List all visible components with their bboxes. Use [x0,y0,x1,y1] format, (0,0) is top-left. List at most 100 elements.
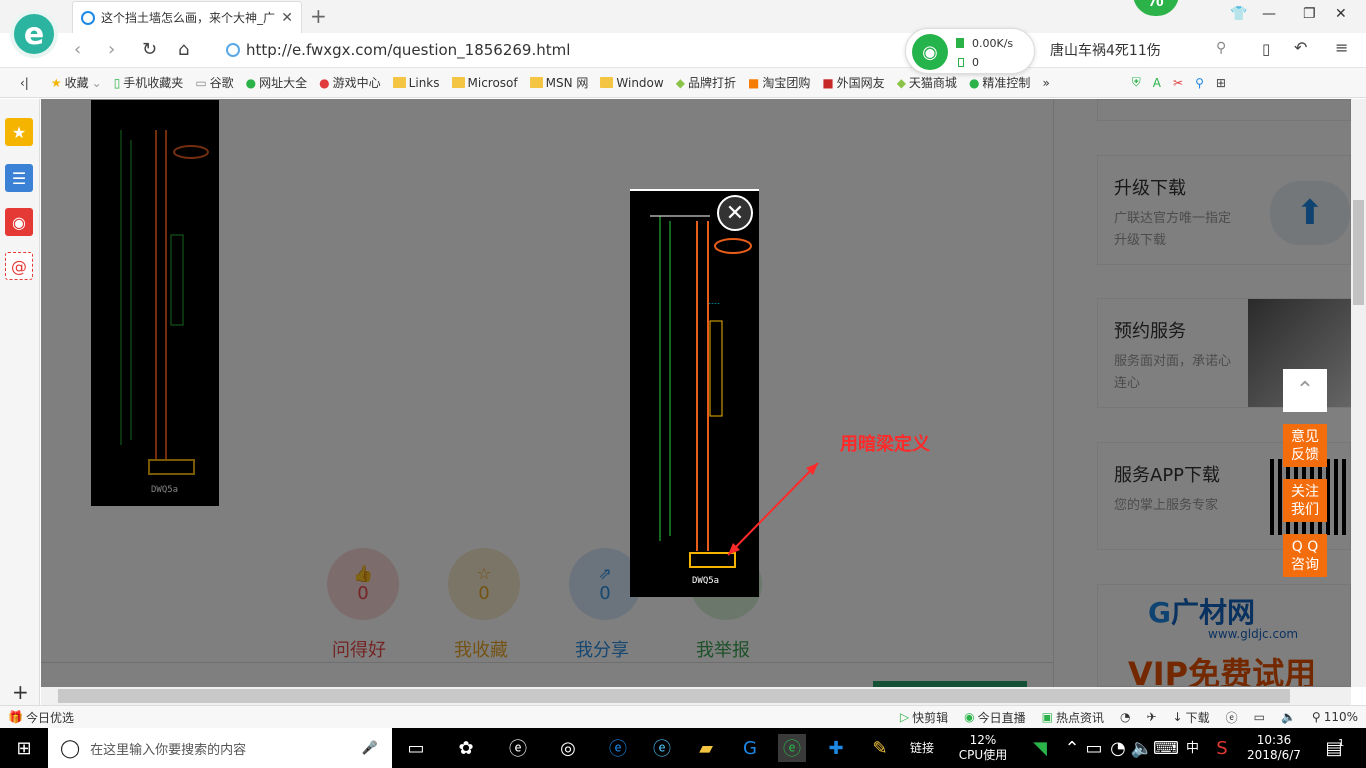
link-label[interactable]: 链接 [910,741,934,756]
status-item-news[interactable]: ▣ 热点资讯 [1034,709,1112,726]
status-item-clip[interactable]: ▷ 快剪辑 [892,709,956,726]
menu-icon[interactable]: ≡ [1335,38,1348,57]
favorites-star-icon[interactable]: ★ [5,118,33,146]
sidebar-add-button[interactable]: + [12,680,29,704]
bookmark-item[interactable]: ■ 外国网友 [816,74,890,91]
browser-e-icon[interactable]: ⓔ [504,734,532,762]
taskbar-search[interactable]: ◯ 在这里输入你要搜索的内容 🎤 [48,728,392,768]
new-tab-button[interactable]: + [310,4,327,28]
microphone-icon[interactable]: 🎤 [362,741,392,756]
cortana-icon: ◯ [60,737,81,759]
daily-picks[interactable]: 🎁 今日优选 [0,709,82,726]
bookmark-item[interactable]: ▭ 谷歌 [189,74,239,91]
follow-button[interactable]: 关注 我们 [1283,479,1327,522]
ie-taskbar-icon[interactable]: ⓔ [648,734,676,762]
bookmark-item[interactable]: ◆ 天猫商城 [891,74,963,91]
active-browser-icon[interactable]: ⓔ [778,734,806,762]
minimize-button[interactable]: — [1262,6,1276,22]
bookmark-item[interactable]: Window [594,76,669,90]
more-bookmarks-icon[interactable]: » [1036,76,1055,90]
browser-tab[interactable]: 这个挡土墙怎么画，来个大神_广 ✕ [72,1,302,33]
download-speed: 0 [972,56,979,69]
close-modal-button[interactable]: ✕ [717,195,753,231]
search-input[interactable]: 唐山车祸4死11伤 [1050,40,1235,60]
taskbar-search-placeholder: 在这里输入你要搜索的内容 [90,742,247,758]
scissors-icon[interactable]: ✂ [1167,76,1189,90]
annotation-text: 用暗梁定义 [840,434,930,455]
bookmark-item[interactable]: ● 游戏中心 [313,74,387,91]
tab-title: 这个挡土墙怎么画，来个大神_广 [101,11,276,25]
bookmark-item[interactable]: ◆ 品牌打折 [670,74,742,91]
bookmark-item[interactable]: Links [387,76,446,90]
mobile-icon[interactable]: ▯ [1262,40,1270,58]
upload-speed: 0.00K/s [972,37,1014,50]
upload-bar-icon [956,38,964,48]
bookmarks-bar: ‹| ★ 收藏 ⌄ ▯ 手机收藏夹 ▭ 谷歌 ● 网址大全 ● 游戏中心 Links Mic… [0,68,1366,98]
glodon-icon[interactable]: G [736,734,764,762]
speedup-icon[interactable]: ◔ [1112,710,1138,724]
horizontal-scroll-thumb[interactable] [58,689,1290,703]
close-window-button[interactable]: ✕ [1335,6,1347,22]
back-button[interactable]: ‹ [74,39,81,60]
maximize-button[interactable]: ❐ [1303,6,1316,22]
qq-consult-button[interactable]: Q Q 咨询 [1283,534,1327,577]
app-icon[interactable]: ✿ [452,734,480,762]
ime-indicator[interactable]: 中 [1186,741,1199,756]
translate-icon[interactable]: A [1147,76,1167,90]
url-text: http://e.fwxgx.com/question_1856269.html [246,41,571,59]
bookmark-item[interactable]: ● 精准控制 [963,74,1037,91]
vertical-scroll-thumb[interactable] [1353,200,1364,305]
cpu-usage: 12% CPU使用 [958,733,1008,762]
volume-icon[interactable]: 🔈 [1273,710,1304,724]
spiral-icon[interactable]: ◎ [554,734,582,762]
bookmark-item[interactable]: ▯ 手机收藏夹 [108,74,190,91]
shield-icon[interactable]: ⛨ [1126,75,1147,90]
bookmark-item[interactable]: MSN 网 [524,74,595,91]
refresh-button[interactable]: ↻ [142,39,157,60]
plus-app-icon[interactable]: ✚ [822,734,850,762]
wifi-icon: ◉ [912,34,948,70]
status-bar: 🎁 今日优选 ▷ 快剪辑 ◉ 今日直播 ▣ 热点资讯 ◔ ✈ ↓ 下载 ⓔ ▭ 🔈 ⚲ 11… [0,705,1366,728]
svg-text:DWQ5a: DWQ5a [692,576,719,586]
pin-icon[interactable]: ✈ [1138,710,1164,724]
forward-button[interactable]: › [108,39,115,60]
file-explorer-icon[interactable]: ▰ [692,734,720,762]
download-item[interactable]: ↓ 下载 [1165,709,1218,726]
undo-icon[interactable]: ↶ [1294,38,1307,57]
annotation-arrow [727,462,819,556]
tab-close-icon[interactable]: ✕ [281,10,293,26]
zoom-level[interactable]: ⚲ 110% [1304,710,1366,724]
network-panel[interactable]: ◉ 0.00K/s 0 [905,28,1035,74]
news-icon[interactable]: ☰ [5,164,33,192]
download-bar-icon [958,58,964,67]
mail-icon[interactable]: @ [5,252,33,280]
weibo-icon[interactable]: ◉ [5,208,33,236]
magnifier-icon[interactable]: ⚲ [1189,76,1210,90]
back-to-top-button[interactable]: ⌃ [1283,369,1327,412]
url-field[interactable]: http://e.fwxgx.com/question_1856269.html [226,38,906,62]
shirt-icon[interactable]: 👕 [1230,6,1247,22]
task-view-icon[interactable]: ▭ [402,734,430,762]
clock[interactable]: 10:36 2018/6/7 [1246,733,1302,763]
notes-icon[interactable]: ✎ [866,734,894,762]
sogou-icon[interactable]: S [1208,734,1236,762]
bookmarks-toggle-icon[interactable]: ‹| [14,76,45,90]
bookmark-item[interactable]: Microsof [446,76,524,90]
home-button[interactable]: ⌂ [178,39,189,60]
feedback-button[interactable]: 意见 反馈 [1283,424,1327,467]
keyboard-icon[interactable]: ⌨ [1152,734,1180,762]
edge-icon[interactable]: ⓔ [604,734,632,762]
status-item-live[interactable]: ◉ 今日直播 [956,709,1034,726]
bookmark-item[interactable]: ■ 淘宝团购 [742,74,816,91]
bookmark-item[interactable]: ● 网址大全 [240,74,314,91]
windows-start-icon[interactable]: ⊞ [10,734,38,762]
gift-icon: 🎁 [8,710,23,724]
bookmark-item[interactable]: ★ 收藏 ⌄ [45,74,108,91]
browser-logo-icon[interactable]: e [10,10,58,58]
search-icon[interactable]: ⚲ [1216,40,1226,56]
vertical-scrollbar[interactable] [1351,99,1366,687]
ie-icon[interactable]: ⓔ [1218,709,1246,726]
window-icon[interactable]: ▭ [1246,710,1273,724]
grid-icon[interactable]: ⊞ [1210,76,1232,90]
network-tray-icon[interactable]: ◥ [1026,734,1054,762]
